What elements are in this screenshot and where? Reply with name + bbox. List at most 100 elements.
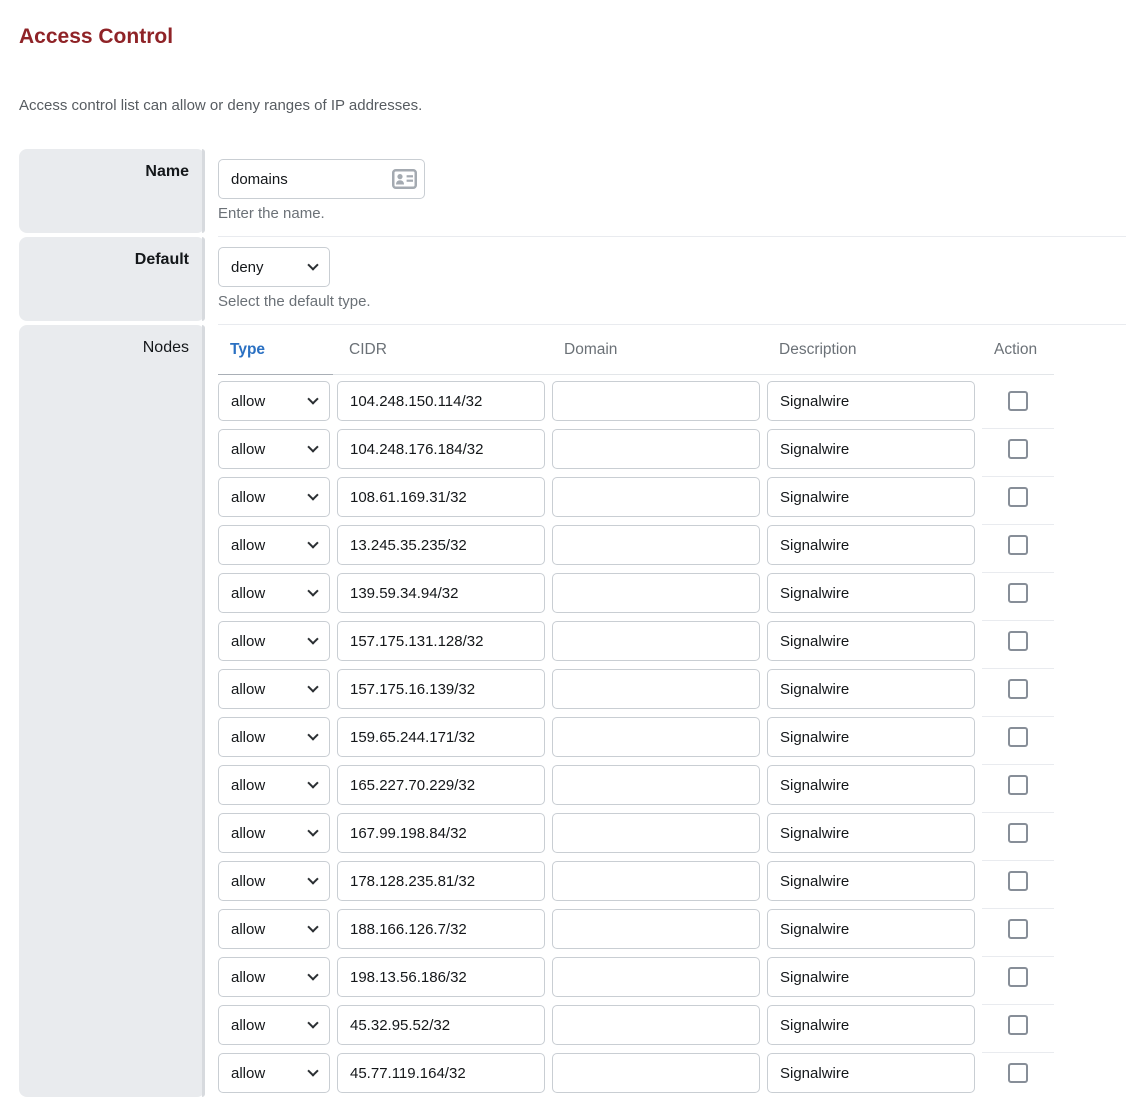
node-delete-checkbox[interactable]	[1008, 535, 1028, 555]
node-cidr-input[interactable]	[337, 429, 545, 469]
node-type-select[interactable]: allow	[218, 525, 330, 565]
form-row-default: Default deny Select the default type.	[19, 237, 1126, 325]
node-action-cell	[982, 669, 1054, 717]
node-domain-input[interactable]	[552, 909, 760, 949]
node-type-select[interactable]: allow	[218, 909, 330, 949]
node-domain-input[interactable]	[552, 621, 760, 661]
column-header-type[interactable]: Type	[218, 339, 337, 374]
node-cidr-input[interactable]	[337, 861, 545, 901]
node-description-input[interactable]	[767, 957, 975, 997]
node-cidr-input[interactable]	[337, 957, 545, 997]
node-domain-input[interactable]	[552, 477, 760, 517]
node-type-select[interactable]: allow	[218, 1053, 330, 1093]
access-control-page: Access Control Access control list can a…	[0, 0, 1126, 1098]
node-type-select[interactable]: allow	[218, 429, 330, 469]
node-cidr-input[interactable]	[337, 669, 545, 709]
node-type-select[interactable]: allow	[218, 765, 330, 805]
nodes-table-header: Type CIDR Domain Description Action	[218, 325, 1054, 375]
node-row: allow	[218, 765, 1054, 813]
node-description-input[interactable]	[767, 477, 975, 517]
nodes-table: Type CIDR Domain Description Action allo…	[218, 325, 1054, 1098]
node-action-cell	[982, 957, 1054, 1005]
node-delete-checkbox[interactable]	[1008, 823, 1028, 843]
node-type-select[interactable]: allow	[218, 813, 330, 853]
node-cidr-input[interactable]	[337, 717, 545, 757]
node-delete-checkbox[interactable]	[1008, 1063, 1028, 1083]
node-row: allow	[218, 861, 1054, 909]
node-domain-input[interactable]	[552, 1053, 760, 1093]
node-description-input[interactable]	[767, 669, 975, 709]
node-description-input[interactable]	[767, 381, 975, 421]
node-domain-input[interactable]	[552, 861, 760, 901]
node-type-select[interactable]: allow	[218, 861, 330, 901]
name-content: Enter the name.	[218, 149, 1126, 237]
node-delete-checkbox[interactable]	[1008, 439, 1028, 459]
node-type-select[interactable]: allow	[218, 669, 330, 709]
node-type-select[interactable]: allow	[218, 1005, 330, 1045]
node-action-cell	[982, 717, 1054, 765]
node-description-input[interactable]	[767, 861, 975, 901]
node-domain-input[interactable]	[552, 573, 760, 613]
node-type-select[interactable]: allow	[218, 717, 330, 757]
node-domain-input[interactable]	[552, 429, 760, 469]
node-delete-checkbox[interactable]	[1008, 1015, 1028, 1035]
form-row-name: Name Enter the name.	[19, 149, 1126, 237]
node-cidr-input[interactable]	[337, 909, 545, 949]
node-delete-checkbox[interactable]	[1008, 391, 1028, 411]
node-domain-input[interactable]	[552, 669, 760, 709]
node-domain-input[interactable]	[552, 381, 760, 421]
node-description-input[interactable]	[767, 429, 975, 469]
node-description-input[interactable]	[767, 1053, 975, 1093]
node-action-cell	[982, 1005, 1054, 1053]
node-cidr-input[interactable]	[337, 813, 545, 853]
node-description-input[interactable]	[767, 909, 975, 949]
node-cidr-input[interactable]	[337, 621, 545, 661]
node-delete-checkbox[interactable]	[1008, 727, 1028, 747]
node-cidr-input[interactable]	[337, 1053, 545, 1093]
node-delete-checkbox[interactable]	[1008, 919, 1028, 939]
name-input[interactable]	[218, 159, 425, 199]
node-domain-input[interactable]	[552, 1005, 760, 1045]
node-description-input[interactable]	[767, 525, 975, 565]
page-description: Access control list can allow or deny ra…	[19, 98, 1126, 114]
node-cidr-input[interactable]	[337, 525, 545, 565]
node-cidr-input[interactable]	[337, 381, 545, 421]
node-type-select[interactable]: allow	[218, 573, 330, 613]
node-domain-input[interactable]	[552, 717, 760, 757]
node-domain-input[interactable]	[552, 525, 760, 565]
node-type-select[interactable]: allow	[218, 477, 330, 517]
node-cidr-input[interactable]	[337, 1005, 545, 1045]
node-delete-checkbox[interactable]	[1008, 679, 1028, 699]
default-select[interactable]: deny	[218, 247, 330, 287]
node-domain-input[interactable]	[552, 765, 760, 805]
node-domain-input[interactable]	[552, 957, 760, 997]
node-delete-checkbox[interactable]	[1008, 487, 1028, 507]
node-action-cell	[982, 909, 1054, 957]
node-delete-checkbox[interactable]	[1008, 967, 1028, 987]
node-type-select[interactable]: allow	[218, 957, 330, 997]
column-header-description: Description	[767, 339, 982, 374]
node-row: allow	[218, 573, 1054, 621]
node-description-input[interactable]	[767, 621, 975, 661]
node-cidr-input[interactable]	[337, 573, 545, 613]
node-domain-input[interactable]	[552, 813, 760, 853]
page-title: Access Control	[19, 26, 1126, 47]
node-description-input[interactable]	[767, 765, 975, 805]
node-cidr-input[interactable]	[337, 477, 545, 517]
node-description-input[interactable]	[767, 813, 975, 853]
node-row: allow	[218, 429, 1054, 477]
node-description-input[interactable]	[767, 573, 975, 613]
node-description-input[interactable]	[767, 1005, 975, 1045]
node-type-select[interactable]: allow	[218, 621, 330, 661]
node-row: allow	[218, 1053, 1054, 1098]
node-description-input[interactable]	[767, 717, 975, 757]
node-delete-checkbox[interactable]	[1008, 583, 1028, 603]
nodes-content: Type CIDR Domain Description Action allo…	[218, 325, 1126, 1098]
node-type-select[interactable]: allow	[218, 381, 330, 421]
node-delete-checkbox[interactable]	[1008, 871, 1028, 891]
column-header-cidr: CIDR	[337, 339, 552, 374]
node-delete-checkbox[interactable]	[1008, 775, 1028, 795]
node-cidr-input[interactable]	[337, 765, 545, 805]
node-delete-checkbox[interactable]	[1008, 631, 1028, 651]
name-label: Name	[19, 149, 205, 233]
